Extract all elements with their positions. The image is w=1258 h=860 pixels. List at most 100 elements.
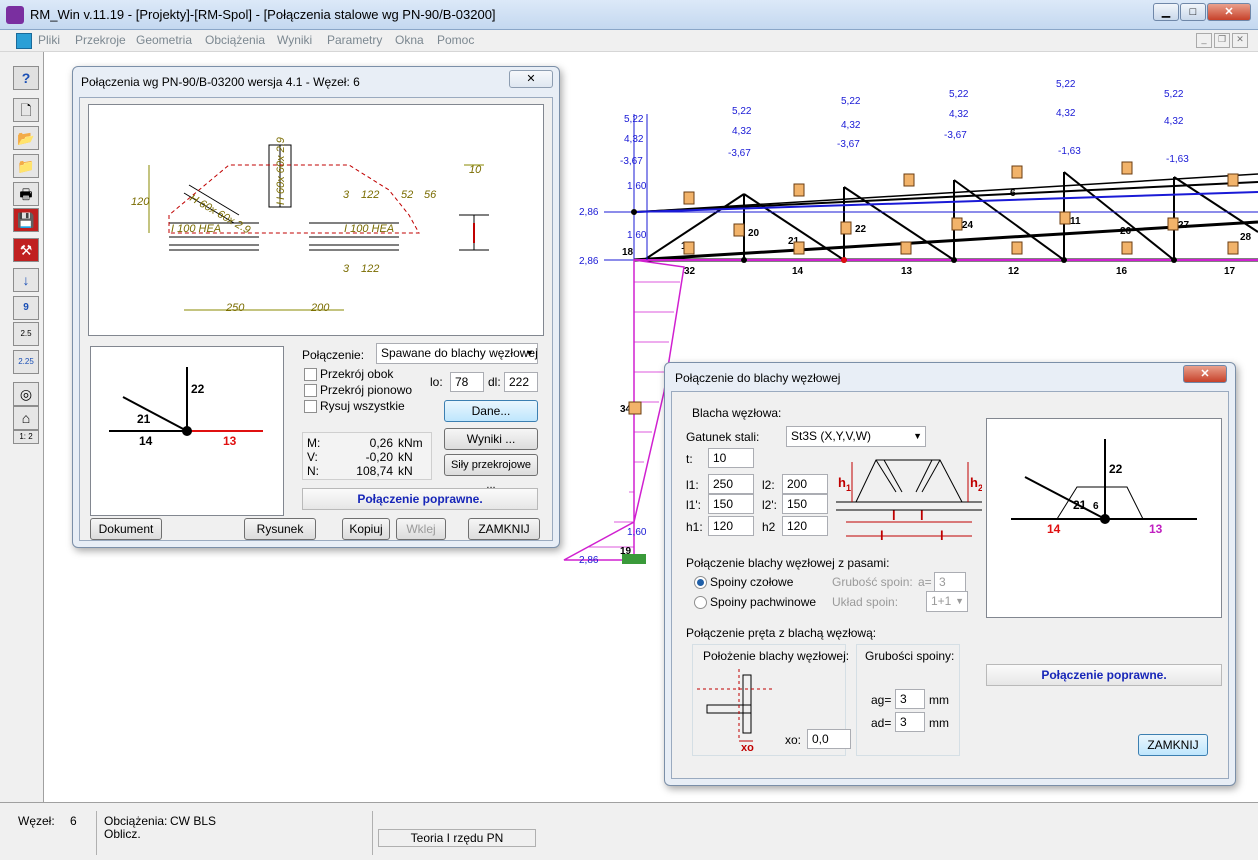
layout-select[interactable]: 1+1 ▼: [926, 591, 968, 612]
load-label: Obciążenia:: [104, 814, 168, 828]
weld-label: 56: [424, 189, 437, 201]
force-key: V:: [307, 450, 318, 464]
connection-type-select[interactable]: Spawane do blachy węzłowej ▼: [376, 343, 538, 364]
node-label: 26: [1120, 226, 1132, 237]
profile-label: H 60x 60x 2.9: [275, 137, 287, 205]
load-label: 5,22: [1056, 79, 1076, 90]
close-button[interactable]: ✕: [1207, 3, 1251, 21]
vertical-section-checkbox[interactable]: [304, 384, 317, 397]
load-label: 4,32: [949, 109, 969, 120]
compass-icon[interactable]: ◎: [13, 382, 39, 406]
dl-input[interactable]: 222: [504, 372, 538, 392]
node-label: 11: [1070, 216, 1081, 227]
forces-button[interactable]: Siły przekrojowe ...: [444, 454, 538, 491]
lo-input[interactable]: 78: [450, 372, 484, 392]
close-dialog-button[interactable]: ZAMKNIJ: [1138, 734, 1208, 756]
results-button[interactable]: Wyniki ...: [444, 428, 538, 450]
copy-button[interactable]: Kopiuj: [342, 518, 390, 540]
open-icon[interactable]: 📁: [13, 154, 39, 178]
xo-input[interactable]: 0,0: [807, 729, 851, 749]
mdi-close-button[interactable]: ✕: [1232, 33, 1248, 48]
ad-unit: mm: [929, 716, 949, 730]
node-label: 14: [792, 266, 804, 277]
load-label: 5,22: [1164, 89, 1184, 100]
node-value: 6: [70, 814, 77, 828]
t-input[interactable]: 10: [708, 448, 754, 468]
close-button[interactable]: ✕: [1183, 365, 1227, 383]
help-icon[interactable]: ?: [13, 66, 39, 90]
extinguisher-icon[interactable]: ⚒: [13, 238, 39, 262]
a-label: a=: [918, 575, 932, 589]
load-label: 5,22: [624, 114, 644, 125]
connection-dialog: Połączenia wg PN-90/B-03200 wersja 4.1 -…: [72, 66, 560, 548]
mdi-restore-button[interactable]: ❐: [1214, 33, 1230, 48]
minimize-button[interactable]: ▁: [1153, 3, 1179, 21]
l1-input[interactable]: 250: [708, 474, 754, 494]
layout-label: Układ spoin:: [832, 595, 899, 609]
menu-parametry[interactable]: Parametry: [327, 33, 382, 47]
close-button[interactable]: ✕: [509, 70, 553, 88]
gusset-dialog: Połączenie do blachy węzłowej ✕ Blacha w…: [664, 362, 1236, 786]
data-button[interactable]: Dane...: [444, 400, 538, 422]
weld-label: 3: [343, 263, 350, 275]
side-section-checkbox[interactable]: [304, 368, 317, 381]
load-label: 4,32: [624, 134, 644, 145]
document-button[interactable]: Dokument: [90, 518, 162, 540]
h1-input[interactable]: 120: [708, 516, 754, 536]
value-label: 2,86: [579, 256, 599, 267]
group-title: Blacha węzłowa:: [692, 406, 782, 420]
dimension-icon[interactable]: 2.5: [13, 322, 39, 346]
load-label: 5,22: [841, 96, 861, 107]
dialog-title: Połączenia wg PN-90/B-03200 wersja 4.1 -…: [81, 75, 360, 89]
force-value: -0,20: [365, 450, 393, 464]
open-folder-icon[interactable]: 📂: [13, 126, 39, 150]
mdi-minimize-button[interactable]: _: [1196, 33, 1212, 48]
ad-input[interactable]: 3: [895, 712, 925, 732]
scale-icon[interactable]: 1: 2: [13, 430, 39, 444]
drawing-button[interactable]: Rysunek: [244, 518, 316, 540]
steel-grade-select[interactable]: St3S (X,Y,V,W) ▼: [786, 426, 926, 447]
load-value: CW BLS: [170, 814, 217, 828]
menu-przekroje[interactable]: Przekroje: [75, 33, 126, 47]
fillet-weld-radio[interactable]: [694, 596, 707, 609]
h2-input[interactable]: 120: [782, 516, 828, 536]
load-label: -1,63: [1058, 146, 1081, 157]
connection-label: Połączenie:: [302, 348, 365, 362]
ag-unit: mm: [929, 693, 949, 707]
menu-geometria[interactable]: Geometria: [136, 33, 192, 47]
menu-okna[interactable]: Okna: [395, 33, 424, 47]
paste-button[interactable]: Wklej: [396, 518, 446, 540]
ag-input[interactable]: 3: [895, 689, 925, 709]
fillet-weld-label: Spoiny pachwinowe: [710, 595, 817, 609]
dimension-icon-2[interactable]: 2.25: [13, 350, 39, 374]
new-file-icon[interactable]: 🗋: [13, 98, 39, 122]
load-label: 4,32: [841, 120, 861, 131]
sketch-label: h: [970, 475, 978, 490]
maximize-button[interactable]: □: [1180, 3, 1206, 21]
node-label: 16: [1116, 266, 1128, 277]
load-arrow-icon[interactable]: ↓: [13, 268, 39, 292]
ad-label: ad=: [871, 716, 892, 730]
profile-label: I 100 HEA: [171, 223, 221, 235]
xo-sketch-label: xo: [741, 742, 754, 751]
mdi-icon: [16, 33, 32, 49]
dl-label: dl:: [488, 375, 501, 389]
menu-wyniki[interactable]: Wyniki: [277, 33, 312, 47]
l2p-input[interactable]: 150: [782, 494, 828, 514]
butt-weld-radio[interactable]: [694, 576, 707, 589]
frame-icon[interactable]: ⌂: [13, 406, 39, 430]
menu-pliki[interactable]: Pliki: [38, 33, 60, 47]
close-dialog-button[interactable]: ZAMKNIJ: [468, 518, 540, 540]
l2-input[interactable]: 200: [782, 474, 828, 494]
menu-pomoc[interactable]: Pomoc: [437, 33, 474, 47]
menu-obciazenia[interactable]: Obciążenia: [205, 33, 265, 47]
load-label: 4,32: [732, 126, 752, 137]
steel-grade-label: Gatunek stali:: [686, 430, 760, 444]
save-icon[interactable]: 💾: [13, 208, 39, 232]
a-input[interactable]: 3: [934, 572, 966, 592]
left-toolbar: ? 🗋 📂 📁 🖶 💾 ⚒ ↓ 9 2.5 2.25 ◎ ⌂ 1: 2: [0, 52, 44, 802]
l1p-input[interactable]: 150: [708, 494, 754, 514]
print-icon[interactable]: 🖶: [13, 182, 39, 206]
number-9-icon[interactable]: 9: [13, 296, 39, 320]
draw-all-checkbox[interactable]: [304, 400, 317, 413]
